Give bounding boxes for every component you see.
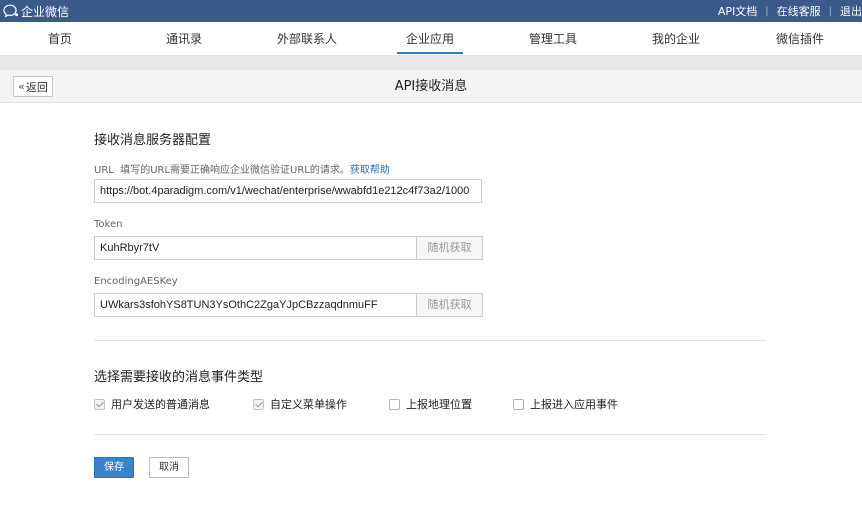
top-links: API文档 | 在线客服 | 退出 [718, 0, 862, 22]
event-label: 上报进入应用事件 [530, 398, 618, 411]
event-label: 自定义菜单操作 [270, 398, 347, 411]
top-link-separator: | [828, 5, 832, 17]
online-support-link[interactable]: 在线客服 [777, 3, 821, 19]
get-help-link[interactable]: 获取帮助 [350, 165, 390, 176]
logo[interactable]: 企业微信 [2, 3, 69, 19]
page-title: API接收消息 [394, 79, 468, 94]
nav-item-management-tools[interactable]: 管理工具 [503, 22, 603, 56]
event-checkbox-enter-app[interactable]: 上报进入应用事件 [513, 397, 618, 411]
event-checkbox-custom-menu[interactable]: 自定义菜单操作 [253, 397, 347, 411]
spacer-band [0, 56, 862, 70]
checkbox-unchecked-icon [513, 398, 524, 410]
token-label: Token [94, 219, 123, 230]
nav-item-contacts[interactable]: 通讯录 [134, 22, 234, 56]
cancel-button[interactable]: 取消 [149, 457, 189, 478]
url-input[interactable]: https://bot.4paradigm.com/v1/wechat/ente… [94, 179, 482, 203]
server-config-title: 接收消息服务器配置 [94, 133, 212, 148]
logo-text: 企业微信 [21, 4, 70, 19]
section-divider [94, 340, 766, 341]
token-random-button[interactable]: 随机获取 [417, 236, 483, 260]
url-hint: 填写的URL需要正确响应企业微信验证URL的请求。 [120, 165, 350, 176]
events-title: 选择需要接收的消息事件类型 [94, 370, 264, 385]
top-link-separator: | [765, 5, 769, 17]
nav-item-home[interactable]: 首页 [10, 22, 110, 56]
top-bar: 企业微信 API文档 | 在线客服 | 退出 [0, 0, 862, 22]
checkbox-checked-icon [253, 398, 264, 410]
event-checkbox-normal-message[interactable]: 用户发送的普通消息 [94, 397, 210, 411]
double-chevron-left-icon: « [18, 80, 25, 93]
nav-item-external-contacts[interactable]: 外部联系人 [257, 22, 357, 56]
event-checkbox-location-report[interactable]: 上报地理位置 [389, 397, 472, 411]
aes-key-input[interactable]: UWkars3sfohYS8TUN3YsOthC2ZgaYJpCBzzaqdnm… [94, 293, 417, 317]
token-input[interactable]: KuhRbyr7tV [94, 236, 417, 260]
main-nav: 首页 通讯录 外部联系人 企业应用 管理工具 我的企业 微信插件 [0, 22, 862, 56]
back-button-label: 返回 [25, 80, 48, 94]
logout-link[interactable]: 退出 [840, 3, 862, 19]
checkbox-unchecked-icon [389, 398, 400, 410]
url-label-row: URL 填写的URL需要正确响应企业微信验证URL的请求。获取帮助 [94, 161, 390, 176]
api-docs-link[interactable]: API文档 [718, 3, 757, 19]
page-header: API接收消息 « 返回 [0, 70, 862, 103]
section-divider [94, 434, 766, 435]
nav-item-wechat-plugin[interactable]: 微信插件 [750, 22, 850, 56]
url-label: URL [94, 165, 114, 176]
event-label: 上报地理位置 [406, 398, 472, 411]
aes-key-random-button[interactable]: 随机获取 [417, 293, 483, 317]
event-label: 用户发送的普通消息 [111, 398, 210, 411]
nav-item-my-enterprise[interactable]: 我的企业 [626, 22, 726, 56]
checkbox-checked-icon [94, 398, 105, 410]
wecom-logo-icon [2, 3, 20, 19]
save-button[interactable]: 保存 [94, 457, 134, 478]
back-button[interactable]: « 返回 [13, 76, 53, 97]
aes-key-label: EncodingAESKey [94, 276, 178, 287]
nav-item-apps[interactable]: 企业应用 [380, 22, 480, 56]
